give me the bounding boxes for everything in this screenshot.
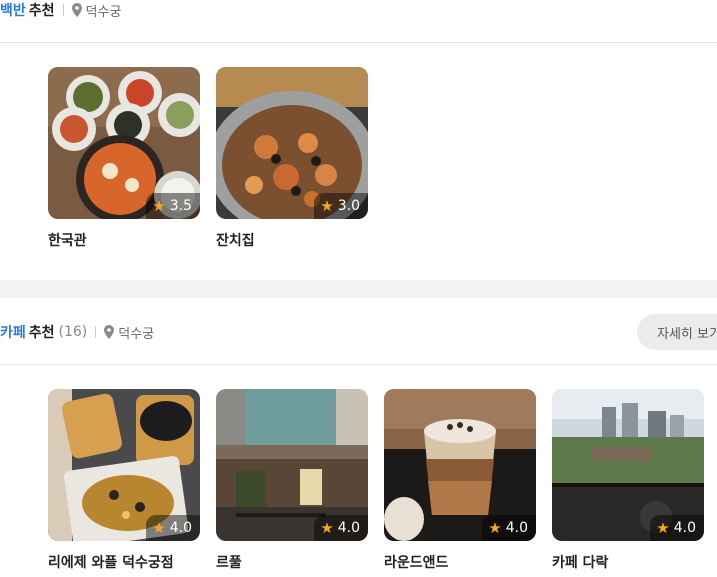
rating-badge: ★ 4.0 xyxy=(146,515,200,541)
rating-value: 3.0 xyxy=(337,198,360,214)
rating-value: 3.5 xyxy=(169,198,192,214)
place-name[interactable]: 라운드앤드 xyxy=(384,552,448,572)
header-separator xyxy=(95,326,97,338)
star-icon: ★ xyxy=(152,197,166,215)
rating-badge: ★ 3.5 xyxy=(146,193,200,219)
rating-badge: ★ 4.0 xyxy=(650,515,704,541)
place-thumbnail[interactable]: ★ 4.0 xyxy=(48,389,200,541)
section-count: (16) xyxy=(58,324,88,340)
header-separator xyxy=(62,4,64,16)
section-category: 백반 xyxy=(0,3,26,19)
place-name[interactable]: 리에제 와플 덕수궁점 xyxy=(48,552,174,572)
star-icon: ★ xyxy=(656,519,670,537)
section-title-suffix: 추천 xyxy=(28,325,55,341)
star-icon: ★ xyxy=(488,519,502,537)
star-icon: ★ xyxy=(320,519,334,537)
star-icon: ★ xyxy=(320,197,334,215)
place-thumbnail[interactable]: ★ 4.0 xyxy=(552,389,704,541)
star-icon: ★ xyxy=(152,519,166,537)
place-thumbnail[interactable]: ★ 3.0 xyxy=(216,67,368,219)
section-header: 카페 추천 (16) 덕수궁 xyxy=(0,312,154,352)
view-more-button[interactable]: 자세히 보기 xyxy=(637,314,717,350)
place-name[interactable]: 한국관 xyxy=(48,230,87,250)
rating-value: 4.0 xyxy=(169,520,192,536)
place-name[interactable]: 르풀 xyxy=(216,552,242,572)
location-pin-icon xyxy=(71,3,82,17)
header-divider xyxy=(0,42,717,43)
header-divider xyxy=(0,364,717,365)
section-header: 백반 추천 덕수궁 xyxy=(0,0,121,30)
section-location[interactable]: 덕수궁 xyxy=(118,323,154,342)
rating-value: 4.0 xyxy=(673,520,696,536)
place-name[interactable]: 잔치집 xyxy=(216,230,255,250)
location-pin-icon xyxy=(104,325,115,339)
place-name[interactable]: 카페 다락 xyxy=(552,552,608,572)
rating-value: 4.0 xyxy=(337,520,360,536)
rating-badge: ★ 4.0 xyxy=(314,515,368,541)
rating-badge: ★ 4.0 xyxy=(482,515,536,541)
section-category: 카페 xyxy=(0,325,26,341)
place-thumbnail[interactable]: ★ 4.0 xyxy=(384,389,536,541)
rice-recommend-card: 백반 추천 덕수궁 ★ 3.5 한국관 ★ 3.0 잔치집 xyxy=(0,0,717,280)
rating-badge: ★ 3.0 xyxy=(314,193,368,219)
section-title-suffix: 추천 xyxy=(28,3,55,19)
rating-value: 4.0 xyxy=(505,520,528,536)
place-thumbnail[interactable]: ★ 4.0 xyxy=(216,389,368,541)
cafe-recommend-card: 카페 추천 (16) 덕수궁 자세히 보기 ★ 4.0 리에제 와플 덕수궁점 xyxy=(0,298,717,577)
section-location[interactable]: 덕수궁 xyxy=(86,1,122,20)
place-thumbnail[interactable]: ★ 3.5 xyxy=(48,67,200,219)
